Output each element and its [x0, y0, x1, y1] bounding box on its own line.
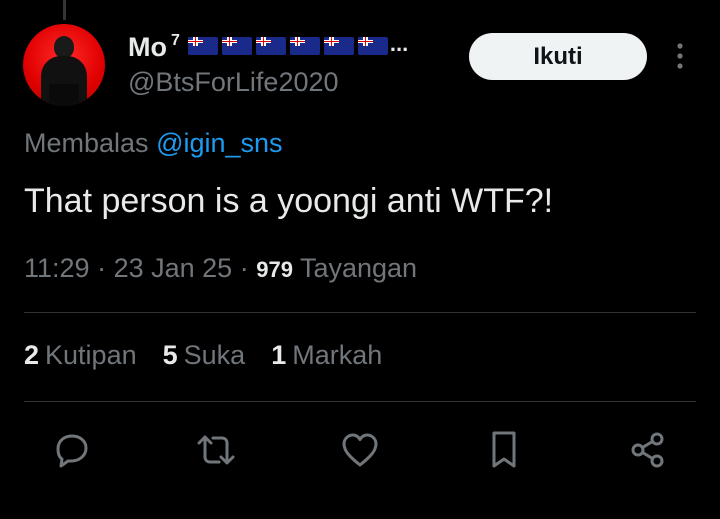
flag-emoji-group — [187, 37, 388, 55]
bookmark-icon[interactable] — [482, 428, 526, 472]
bookmarks-count: 1 — [271, 340, 287, 370]
quotes-count: 2 — [24, 340, 40, 370]
display-name[interactable]: Mo — [128, 30, 167, 64]
bookmarks-stat[interactable]: 1 Markah — [271, 340, 382, 371]
tweet-date[interactable]: 23 Jan 25 — [114, 253, 233, 283]
more-options-icon[interactable] — [672, 42, 688, 70]
retweet-icon[interactable] — [194, 428, 238, 472]
tweet-text: That person is a yoongi anti WTF?! — [24, 182, 554, 220]
views-count: 979 — [256, 257, 293, 282]
likes-label: Suka — [183, 340, 246, 370]
divider — [24, 401, 696, 402]
replying-to-label: Membalas — [24, 128, 149, 158]
likes-count: 5 — [162, 340, 178, 370]
author-name-row[interactable]: Mo 7 ... — [128, 30, 408, 64]
reply-icon[interactable] — [50, 428, 94, 472]
nz-flag-icon — [357, 37, 388, 55]
name-truncation: ... — [389, 31, 409, 56]
avatar-figure-legs — [49, 84, 79, 106]
nz-flag-icon — [289, 37, 320, 55]
replying-to: Membalas @igin_sns — [24, 128, 283, 159]
share-icon[interactable] — [626, 428, 670, 472]
tweet-meta: 11:29 · 23 Jan 25 · 979 Tayangan — [24, 253, 417, 284]
engagement-stats: 2 Kutipan 5 Suka 1 Markah — [24, 340, 382, 371]
follow-button[interactable]: Ikuti — [469, 33, 647, 80]
nz-flag-icon — [221, 37, 252, 55]
tweet-time[interactable]: 11:29 — [24, 253, 90, 283]
reply-mention-link[interactable]: @igin_sns — [156, 128, 282, 158]
display-name-suffix: 7 — [170, 32, 180, 49]
avatar[interactable] — [23, 24, 105, 106]
meta-separator: · — [97, 253, 107, 283]
quotes-label: Kutipan — [45, 340, 137, 370]
action-bar — [0, 428, 720, 472]
bookmarks-label: Markah — [292, 340, 383, 370]
like-icon[interactable] — [338, 428, 382, 472]
nz-flag-icon — [187, 37, 218, 55]
nz-flag-icon — [255, 37, 286, 55]
thread-line — [63, 0, 66, 20]
meta-separator: · — [239, 253, 249, 283]
author-handle[interactable]: @BtsForLife2020 — [128, 67, 339, 98]
divider — [24, 312, 696, 313]
nz-flag-icon — [323, 37, 354, 55]
likes-stat[interactable]: 5 Suka — [163, 340, 246, 371]
views-label: Tayangan — [299, 253, 418, 283]
avatar-figure-head — [54, 36, 74, 58]
quotes-stat[interactable]: 2 Kutipan — [24, 340, 137, 371]
